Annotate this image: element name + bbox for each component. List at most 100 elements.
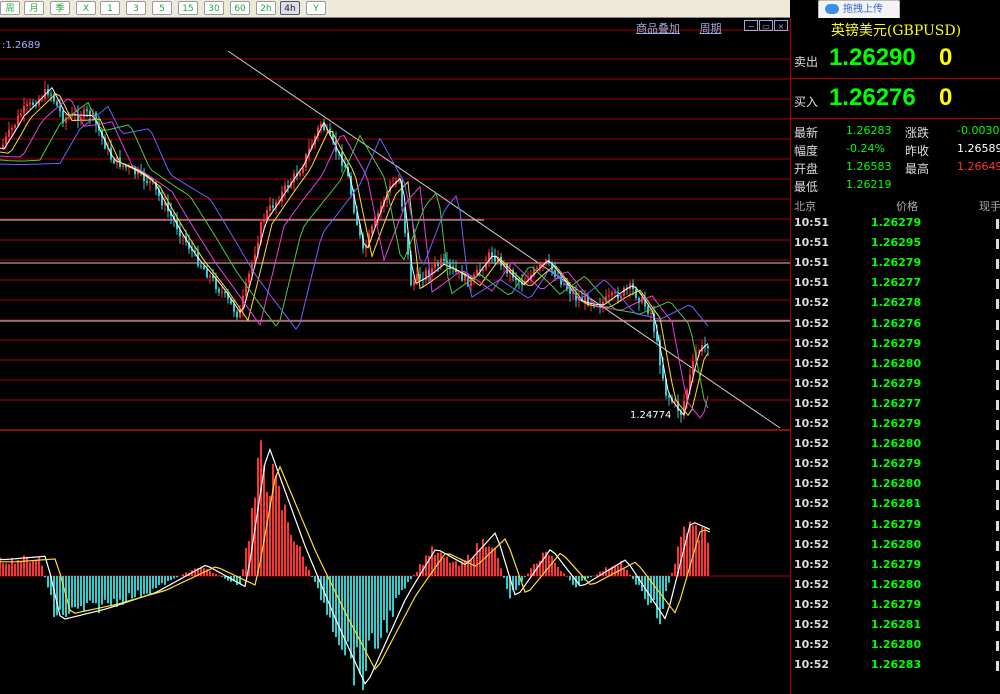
tick-time: 10:51 bbox=[794, 256, 830, 270]
tick-row[interactable]: 10:52 1.26280 bbox=[791, 437, 1000, 457]
tick-volume-mark bbox=[996, 259, 999, 270]
tick-row[interactable]: 10:52 1.26280 bbox=[791, 538, 1000, 558]
period-button[interactable]: 周 bbox=[0, 1, 20, 15]
tick-price: 1.26280 bbox=[871, 437, 922, 451]
stat-value: 1.26283 bbox=[846, 124, 892, 137]
candle-body bbox=[122, 165, 124, 167]
candle-body bbox=[50, 94, 52, 96]
tick-row[interactable]: 10:51 1.26279 bbox=[791, 216, 1000, 236]
restore-icon[interactable]: ▭ bbox=[759, 20, 773, 31]
tick-row[interactable]: 10:51 1.26295 bbox=[791, 236, 1000, 256]
period-button[interactable]: 3 bbox=[126, 1, 146, 15]
tick-row[interactable]: 10:52 1.26281 bbox=[791, 618, 1000, 638]
candle-body bbox=[611, 292, 613, 296]
stat-label: 昨收 bbox=[905, 144, 930, 158]
tick-time: 10:51 bbox=[794, 236, 830, 250]
candle-body bbox=[56, 101, 58, 106]
tick-row[interactable]: 10:52 1.26280 bbox=[791, 578, 1000, 598]
candle-body bbox=[602, 301, 604, 307]
tick-row[interactable]: 10:52 1.26283 bbox=[791, 658, 1000, 678]
tick-time: 10:52 bbox=[794, 658, 830, 672]
tick-volume-mark bbox=[996, 580, 999, 591]
candle-body bbox=[299, 172, 301, 176]
tick-row[interactable]: 10:52 1.26279 bbox=[791, 417, 1000, 437]
tick-time: 10:52 bbox=[794, 457, 830, 471]
candle-body bbox=[371, 225, 373, 234]
tick-row[interactable]: 10:52 1.26280 bbox=[791, 357, 1000, 377]
candle-body bbox=[470, 280, 472, 286]
candle-body bbox=[113, 159, 115, 164]
candle-body bbox=[200, 265, 202, 267]
candle-body bbox=[437, 263, 439, 266]
sell-quote[interactable]: 卖出 1.26290 0 bbox=[791, 42, 1000, 79]
ma-line-magenta bbox=[0, 98, 709, 419]
period-button[interactable]: 4h bbox=[280, 1, 300, 15]
candle-body bbox=[269, 205, 271, 211]
tick-price: 1.26276 bbox=[871, 316, 922, 330]
stat-label: 涨跌 bbox=[905, 126, 930, 140]
tick-volume-mark bbox=[996, 319, 999, 330]
tick-volume-mark bbox=[996, 540, 999, 551]
tick-price: 1.26277 bbox=[871, 276, 922, 290]
candle-body bbox=[20, 113, 22, 116]
tick-time: 10:52 bbox=[794, 376, 830, 390]
tick-row[interactable]: 10:52 1.26279 bbox=[791, 558, 1000, 578]
stat-value: -0.00300 bbox=[957, 124, 1000, 137]
stat-label: 最高 bbox=[905, 162, 930, 176]
tick-price: 1.26280 bbox=[871, 477, 922, 491]
minimize-icon[interactable]: − bbox=[744, 20, 758, 31]
tick-time: 10:52 bbox=[794, 417, 830, 430]
tick-volume-mark bbox=[996, 520, 999, 531]
tick-row[interactable]: 10:52 1.26279 bbox=[791, 457, 1000, 477]
period-button[interactable]: X bbox=[76, 1, 96, 15]
period-button[interactable]: 15 bbox=[178, 1, 198, 15]
tick-row[interactable]: 10:52 1.26278 bbox=[791, 296, 1000, 316]
candle-body bbox=[443, 258, 445, 261]
tick-row[interactable]: 10:52 1.26280 bbox=[791, 477, 1000, 497]
buy-label: 买入 bbox=[794, 95, 819, 109]
tick-price: 1.26281 bbox=[871, 618, 922, 631]
upload-button[interactable]: 拖拽上传 bbox=[818, 0, 900, 20]
candle-body bbox=[221, 292, 223, 294]
tick-row[interactable]: 10:52 1.26279 bbox=[791, 598, 1000, 618]
period-button[interactable]: 30 bbox=[204, 1, 224, 15]
candle-body bbox=[149, 180, 151, 183]
tick-row[interactable]: 10:52 1.26279 bbox=[791, 518, 1000, 538]
tick-row[interactable]: 10:52 1.26279 bbox=[791, 337, 1000, 357]
buy-quote[interactable]: 买入 1.26276 0 bbox=[791, 82, 1000, 119]
period-link[interactable]: 周期 bbox=[700, 22, 722, 35]
tick-row[interactable]: 10:52 1.26281 bbox=[791, 497, 1000, 517]
candle-body bbox=[635, 289, 637, 298]
tick-row[interactable]: 10:52 1.26277 bbox=[791, 397, 1000, 417]
tick-volume-mark bbox=[996, 641, 999, 652]
tick-time: 10:52 bbox=[794, 316, 830, 330]
period-button[interactable]: 60 bbox=[230, 1, 250, 15]
instrument-title: 英镑美元(GBPUSD) bbox=[830, 23, 962, 39]
kline-chart[interactable] bbox=[0, 18, 790, 694]
tick-volume-mark bbox=[996, 219, 999, 229]
candle-body bbox=[236, 311, 238, 318]
period-button[interactable]: 1 bbox=[100, 1, 120, 15]
tick-row[interactable]: 10:51 1.26277 bbox=[791, 276, 1000, 296]
period-button[interactable]: 5 bbox=[152, 1, 172, 15]
candle-body bbox=[434, 263, 436, 269]
period-button[interactable]: Y bbox=[306, 1, 326, 15]
tick-row[interactable]: 10:52 1.26280 bbox=[791, 638, 1000, 658]
period-button[interactable]: 季 bbox=[50, 1, 70, 15]
tick-volume-mark bbox=[996, 359, 999, 370]
tick-price: 1.26279 bbox=[871, 216, 922, 229]
tick-row[interactable]: 10:51 1.26279 bbox=[791, 256, 1000, 276]
overlay-link[interactable]: 商品叠加 bbox=[636, 22, 680, 35]
tick-header: 北京 价格 现手 bbox=[791, 198, 1000, 214]
candle-body bbox=[650, 313, 652, 315]
tick-row[interactable]: 10:52 1.26276 bbox=[791, 317, 1000, 337]
buy-price: 1.26276 bbox=[829, 84, 916, 111]
period-button[interactable]: 月 bbox=[24, 1, 44, 15]
tick-volume-mark bbox=[996, 480, 999, 491]
close-icon[interactable]: × bbox=[774, 20, 788, 31]
candle-body bbox=[494, 256, 496, 262]
tick-price: 1.26283 bbox=[871, 658, 922, 672]
period-button[interactable]: 2h bbox=[256, 1, 276, 15]
tick-row[interactable]: 10:52 1.26279 bbox=[791, 377, 1000, 397]
candle-body bbox=[146, 181, 148, 183]
